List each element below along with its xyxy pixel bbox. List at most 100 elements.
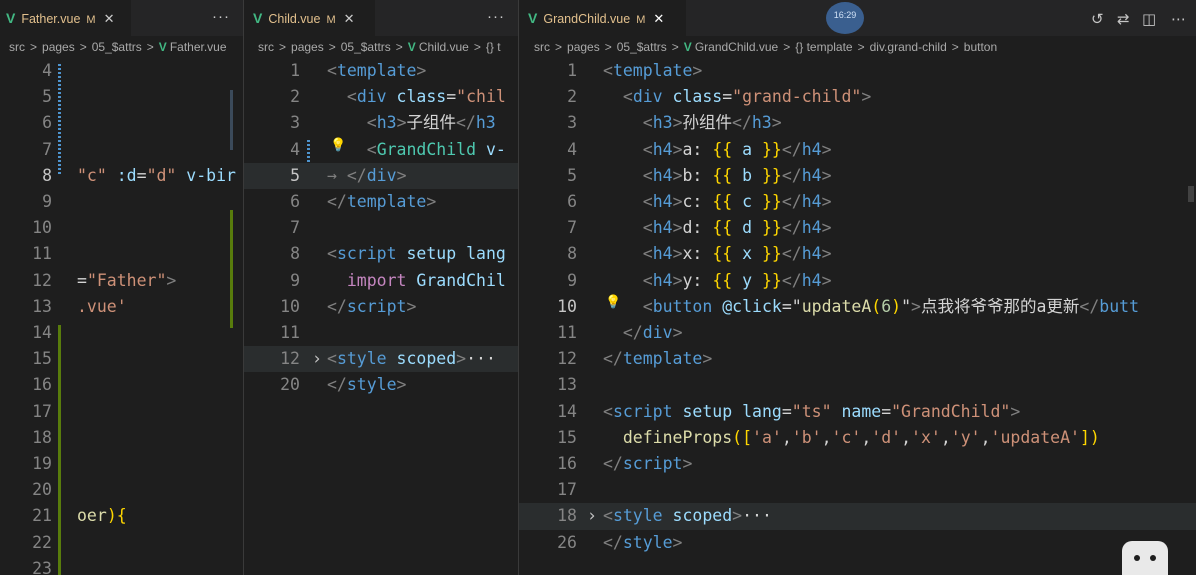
breadcrumb-item[interactable]: Child.vue xyxy=(419,40,469,54)
breadcrumb-item[interactable]: pages xyxy=(291,40,324,54)
code-line[interactable]: 6 xyxy=(0,110,243,136)
history-icon[interactable]: ↺ xyxy=(1091,10,1104,28)
code-token: </ xyxy=(603,349,623,369)
line-number: 8 xyxy=(42,165,52,185)
code-line[interactable]: 19 xyxy=(0,451,243,477)
code-line[interactable]: 3 <h3>孙组件</h3> xyxy=(519,110,1196,136)
code-line[interactable]: 13 .vue' xyxy=(0,294,243,320)
code-line[interactable]: 6 </template> xyxy=(244,189,518,215)
code-line[interactable]: 5 xyxy=(0,84,243,110)
code-line[interactable]: 11 xyxy=(244,320,518,346)
bilibili-logo-icon xyxy=(1122,541,1168,575)
breadcrumb-item[interactable]: 05_$attrs xyxy=(617,40,667,54)
code-line[interactable]: 16 </script> xyxy=(519,451,1196,477)
code-line[interactable]: 18 › <style scoped>··· xyxy=(519,503,1196,530)
more-actions-icon[interactable]: ⋯ xyxy=(1171,10,1186,28)
breadcrumb-item[interactable]: src xyxy=(9,40,25,54)
code-token: {{ xyxy=(712,192,733,211)
close-icon[interactable]: ✕ xyxy=(104,11,115,26)
breadcrumb-item[interactable]: div.grand-child xyxy=(870,40,947,54)
code-line[interactable]: 4 <h4>a: {{ a }}</h4> xyxy=(519,137,1196,163)
code-token: > xyxy=(732,506,743,526)
breadcrumb-item[interactable]: 05_$attrs xyxy=(341,40,391,54)
tab-father-vue[interactable]: V Father.vue M ✕ xyxy=(0,0,131,36)
more-actions-icon[interactable]: ··· xyxy=(487,0,505,36)
code-line[interactable]: 4 xyxy=(0,58,243,84)
code-line[interactable]: 1 <template> xyxy=(519,58,1196,84)
code-line[interactable]: 16 xyxy=(0,372,243,398)
code-line[interactable]: 7 <h4>d: {{ d }}</h4> xyxy=(519,215,1196,241)
code-line[interactable]: 3 <h3>子组件</h3 xyxy=(244,110,518,136)
breadcrumb-item[interactable]: 05_$attrs xyxy=(92,40,142,54)
code-line[interactable]: 7 xyxy=(244,215,518,241)
code-token: > xyxy=(821,218,832,238)
breadcrumb-item[interactable]: pages xyxy=(42,40,75,54)
code-line[interactable]: 5 <h4>b: {{ b }}</h4> xyxy=(519,163,1196,189)
code-line[interactable]: 10 💡 <button @click="updateA(6)">点我将爷爷那的a… xyxy=(519,294,1196,320)
code-line[interactable]: 12 ="Father"> xyxy=(0,268,243,294)
breadcrumb-item[interactable]: button xyxy=(964,40,997,54)
code-line[interactable]: 12 › <style scoped>··· xyxy=(244,346,518,373)
code-line[interactable]: 22 xyxy=(0,530,243,556)
code-editor[interactable]: 1 <template> 2 <div class="grand-child"> 3 … xyxy=(519,58,1196,575)
more-actions-icon[interactable]: ··· xyxy=(212,0,230,36)
code-line[interactable]: 20 xyxy=(0,477,243,503)
code-line[interactable]: 11 </div> xyxy=(519,320,1196,346)
code-line[interactable]: 18 xyxy=(0,425,243,451)
code-editor[interactable]: 1 <template> 2 <div class="chil 3 <h3>子组件</… xyxy=(244,58,518,575)
code-editor[interactable]: 4 5 6 7 8 "c" :d="d" v-bir 9 10 11 12 ="Father"> 13… xyxy=(0,58,243,575)
code-line[interactable]: 14 xyxy=(0,320,243,346)
code-token: "ts" xyxy=(791,401,832,421)
code-line[interactable]: 20 </style> xyxy=(244,372,518,398)
code-line[interactable]: 15 xyxy=(0,346,243,372)
code-line[interactable]: 8 "c" :d="d" v-bir xyxy=(0,163,243,189)
scrollbar-thumb[interactable] xyxy=(1188,186,1194,202)
breadcrumb-item[interactable]: {} t xyxy=(486,40,501,54)
code-line[interactable]: 21 oer){ xyxy=(0,503,243,529)
floating-timer-badge: 16:29 xyxy=(826,2,864,34)
code-line[interactable]: 5 → </div> xyxy=(244,162,518,189)
code-line[interactable]: 2 <div class="chil xyxy=(244,84,518,110)
breadcrumb-item[interactable]: GrandChild.vue xyxy=(695,40,778,54)
breadcrumb-item[interactable]: {} template xyxy=(795,40,852,54)
code-line[interactable]: 10 xyxy=(0,215,243,241)
code-line[interactable]: 7 xyxy=(0,137,243,163)
code-line[interactable]: 17 xyxy=(519,477,1196,503)
tab-child-vue[interactable]: V Child.vue M ✕ xyxy=(244,0,375,36)
code-line[interactable]: 26 </style> xyxy=(519,530,1196,556)
close-icon[interactable]: ✕ xyxy=(344,11,355,26)
code-line[interactable]: 17 xyxy=(0,399,243,425)
code-line[interactable]: 15 defineProps(['a','b','c','d','x','y',… xyxy=(519,425,1196,451)
fold-chevron-icon[interactable]: › xyxy=(312,346,322,372)
code-line[interactable]: 8 <h4>x: {{ x }}</h4> xyxy=(519,241,1196,267)
split-editor-icon[interactable]: ◫ xyxy=(1142,10,1156,28)
code-line[interactable]: 14 <script setup lang="ts" name="GrandChi… xyxy=(519,399,1196,425)
code-token: style xyxy=(622,532,673,552)
compare-changes-icon[interactable]: ⇄ xyxy=(1117,10,1130,28)
code-line[interactable]: 1 <template> xyxy=(244,58,518,84)
breadcrumb-item[interactable]: src xyxy=(534,40,550,54)
line-number: 7 xyxy=(567,218,577,238)
code-line[interactable]: 9 xyxy=(0,189,243,215)
code-token: " xyxy=(901,296,912,316)
code-line[interactable]: 2 <div class="grand-child"> xyxy=(519,84,1196,110)
code-line[interactable]: 23 xyxy=(0,556,243,575)
breadcrumb-item[interactable]: src xyxy=(258,40,274,54)
code-line[interactable]: 12 </template> xyxy=(519,346,1196,372)
code-line[interactable]: 9 import GrandChil xyxy=(244,268,518,294)
code-line[interactable]: 4 💡 <GrandChild v- xyxy=(244,137,518,163)
close-icon[interactable]: ✕ xyxy=(653,11,664,26)
code-line[interactable]: 11 xyxy=(0,241,243,267)
tab-grandchild-vue[interactable]: V GrandChild.vue M ✕ xyxy=(519,0,686,36)
code-line[interactable]: 13 xyxy=(519,372,1196,398)
code-line[interactable]: 6 <h4>c: {{ c }}</h4> xyxy=(519,189,1196,215)
code-token: 'b' xyxy=(791,427,822,447)
fold-chevron-icon[interactable]: › xyxy=(587,503,597,529)
code-token: > xyxy=(771,113,782,133)
breadcrumb-item[interactable]: Father.vue xyxy=(170,40,227,54)
code-line[interactable]: 8 <script setup lang xyxy=(244,241,518,267)
breadcrumb-item[interactable]: pages xyxy=(567,40,600,54)
code-line[interactable]: 10 </script> xyxy=(244,294,518,320)
minimap-slider[interactable] xyxy=(230,90,233,150)
